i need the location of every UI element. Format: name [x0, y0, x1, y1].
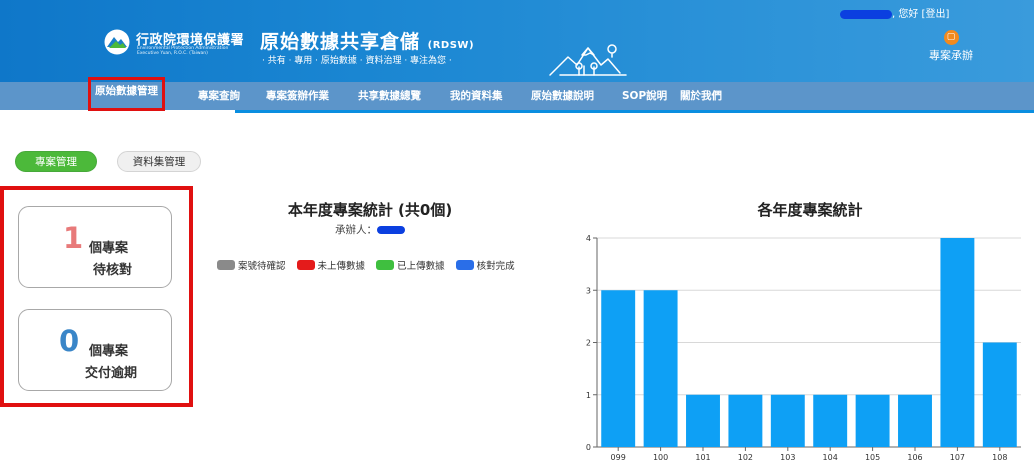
bar — [601, 290, 636, 447]
legend-item[interactable]: 案號待確認 — [217, 258, 286, 272]
pending-review-count: 1 — [63, 221, 84, 255]
overdue-delivery-label: 交付逾期 — [85, 366, 138, 381]
tab-dataset-management[interactable]: 資料集管理 — [117, 151, 201, 172]
nav-my-datasets[interactable]: 我的資料集 — [450, 82, 503, 110]
bar — [643, 290, 678, 447]
site-title[interactable]: 原始數據共享倉儲 (RDSW) — [260, 27, 474, 54]
legend-swatch — [376, 260, 395, 270]
mountain-icon — [549, 44, 627, 76]
legend-item[interactable]: 未上傳數據 — [296, 258, 365, 272]
legend-swatch — [455, 260, 474, 270]
bar — [940, 238, 975, 447]
legend-item[interactable]: 已上傳數據 — [376, 258, 445, 272]
x-tick-label: 101 — [695, 453, 710, 462]
case-handling-button[interactable]: ▢ 專案承辦 — [922, 30, 980, 63]
legend-item[interactable]: 核對完成 — [455, 258, 515, 272]
status-legend: 案號待確認 未上傳數據 已上傳數據 核對完成 — [217, 258, 523, 272]
overdue-delivery-count: 0 — [59, 324, 80, 358]
y-tick-label: 0 — [586, 443, 591, 452]
y-tick-label: 3 — [586, 286, 591, 295]
nav-shared-data-overview[interactable]: 共享數據總覽 — [358, 82, 421, 110]
nav-raw-data-management[interactable]: 原始數據管理 — [88, 77, 165, 111]
bar — [686, 394, 720, 447]
pending-review-unit: 個專案 — [89, 241, 129, 256]
nav-project-signoff[interactable]: 專案簽辦作業 — [266, 82, 329, 110]
site-abbreviation: (RDSW) — [427, 40, 475, 51]
yearly-stats-title: 本年度專案統計 (共0個) — [287, 201, 453, 219]
overdue-delivery-card[interactable]: 0 個專案 交付逾期 — [18, 309, 172, 391]
x-tick-label: 106 — [907, 453, 922, 462]
bar — [770, 394, 805, 447]
y-tick-label: 2 — [586, 339, 591, 348]
x-tick-label: 104 — [823, 453, 838, 462]
epa-logo-icon — [104, 29, 130, 55]
legend-swatch — [296, 260, 315, 270]
x-tick-label: 105 — [865, 453, 880, 462]
bar — [813, 394, 848, 447]
redacted-username — [840, 9, 892, 19]
x-tick-label: 099 — [611, 453, 626, 462]
bar — [728, 394, 763, 447]
annual-projects-bar-chart: 0 1 2 3 4 099 100 101 102 103 104 105 106 107 108 — [586, 234, 1021, 462]
logout-link[interactable]: [登出] — [922, 9, 950, 20]
pending-review-card[interactable]: 1 個專案 待核對 — [18, 206, 172, 288]
bar — [855, 394, 890, 447]
chart-title: 各年度專案統計 — [757, 201, 863, 219]
nav-sop-guide[interactable]: SOP說明 — [622, 82, 667, 110]
x-tick-label: 102 — [738, 453, 753, 462]
bar — [982, 342, 1017, 447]
bar — [898, 394, 932, 447]
legend-swatch — [217, 260, 235, 270]
x-tick-label: 103 — [780, 453, 795, 462]
user-greeting: , 您好 [登出] — [840, 5, 949, 20]
redacted-handler-name — [377, 226, 405, 234]
case-handling-label: 專案承辦 — [929, 49, 973, 62]
y-tick-label: 1 — [586, 391, 591, 400]
pending-review-label: 待核對 — [93, 263, 133, 278]
nav-project-query[interactable]: 專案查詢 — [198, 82, 240, 110]
x-tick-label: 100 — [653, 453, 668, 462]
nav-raw-data-guide[interactable]: 原始數據說明 — [531, 82, 594, 110]
tab-project-management[interactable]: 專案管理 — [15, 151, 97, 172]
x-tick-label: 107 — [950, 453, 965, 462]
overdue-delivery-unit: 個專案 — [89, 344, 129, 359]
y-tick-label: 4 — [586, 234, 591, 243]
agency-english-name: Environmental Protection Administration … — [137, 46, 229, 56]
nav-about-us[interactable]: 關於我們 — [680, 82, 722, 110]
x-tick-label: 108 — [992, 453, 1007, 462]
handler-line: 承辦人： — [200, 222, 540, 237]
briefcase-icon: ▢ — [943, 30, 959, 45]
navbar-accent-line — [235, 110, 1034, 113]
site-slogan: · 共有 · 專用 · 原始數據 · 資料治理 · 專注為您 · — [262, 56, 452, 66]
